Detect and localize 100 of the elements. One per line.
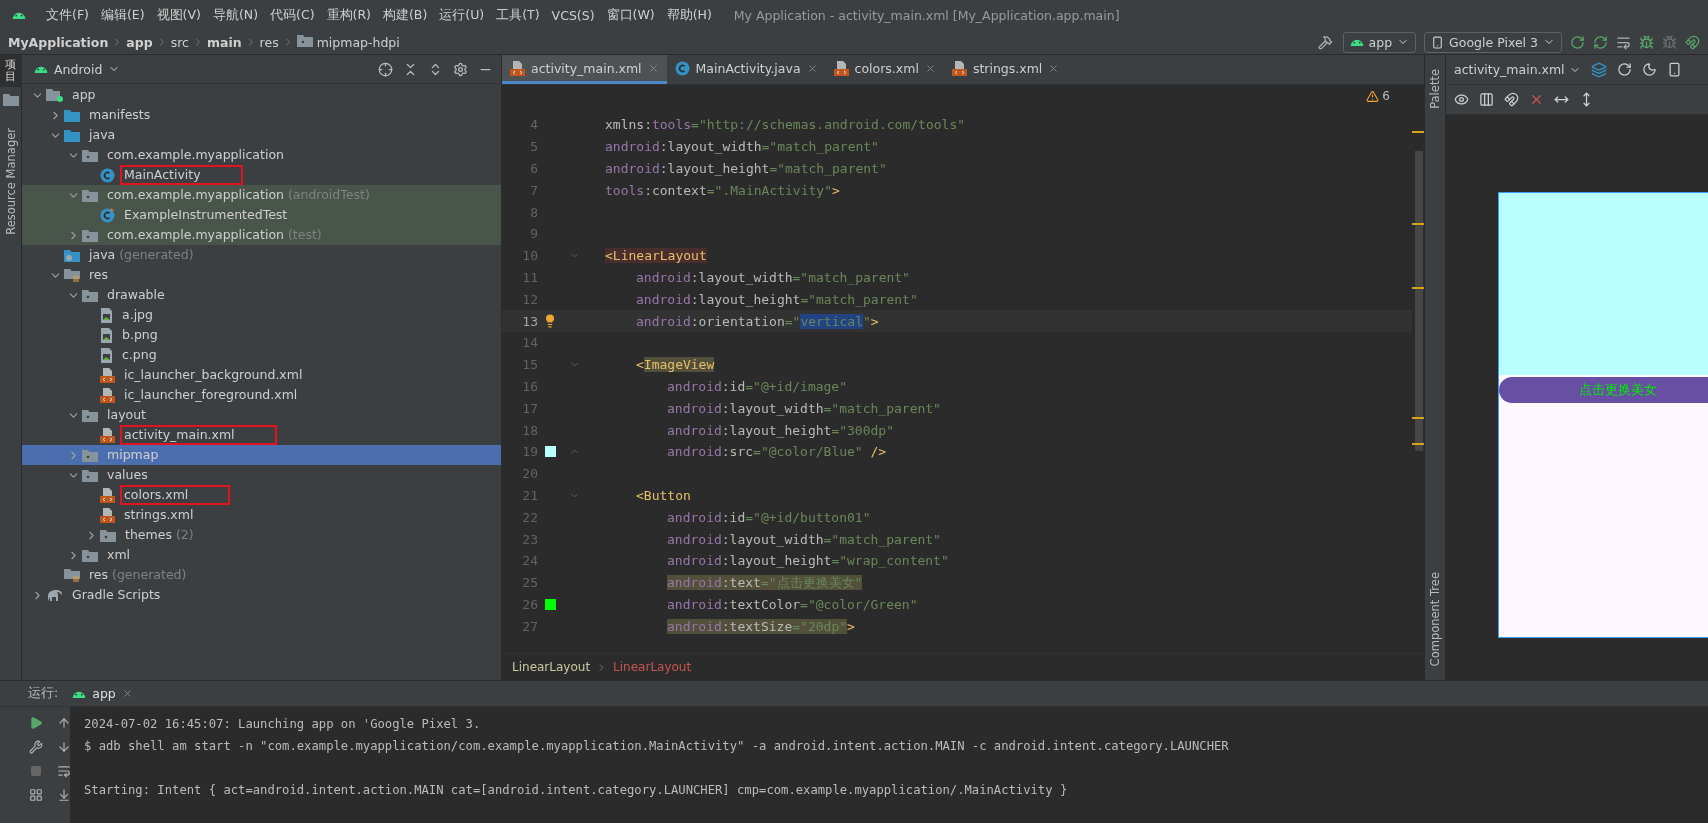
folder-icon xyxy=(82,548,98,562)
tree-row[interactable]: manifests xyxy=(22,105,501,125)
eye-icon[interactable] xyxy=(1454,92,1469,107)
tree-item-label: app xyxy=(71,86,97,104)
stop-icon[interactable] xyxy=(30,765,42,777)
menu-item[interactable]: 工具(T) xyxy=(490,6,546,24)
editor-tab[interactable]: MainActivity.java xyxy=(666,55,826,84)
scroll-to-end-icon[interactable] xyxy=(57,788,71,802)
rerun-icon[interactable] xyxy=(1570,34,1585,50)
run-config-dropdown[interactable]: app xyxy=(1342,31,1417,53)
color-swatch[interactable] xyxy=(544,598,556,610)
folder-icon xyxy=(82,408,98,422)
folder-icon xyxy=(2,93,19,107)
tree-item-label: ic_launcher_foreground.xml xyxy=(123,386,299,404)
editor-tab[interactable]: colors.xml xyxy=(825,55,944,84)
tree-row[interactable]: colors.xml xyxy=(22,485,501,505)
run-icon[interactable] xyxy=(29,716,43,730)
list-icon[interactable] xyxy=(1616,34,1631,50)
code-line: android:layout_height="match_parent" xyxy=(604,161,887,176)
menu-item[interactable]: 编辑(E) xyxy=(94,6,151,24)
warning-icon[interactable] xyxy=(1366,89,1380,103)
code-line: android:layout_width="match_parent" xyxy=(604,139,879,155)
breadcrumb-item[interactable]: MyApplication xyxy=(8,34,109,50)
close-icon[interactable] xyxy=(806,62,818,74)
tree-row[interactable]: res (generated) xyxy=(22,565,501,585)
tree-row[interactable]: app xyxy=(22,85,501,105)
menu-item[interactable]: 导航(N) xyxy=(206,6,265,24)
soft-wrap-icon[interactable] xyxy=(57,764,71,778)
folder-icon xyxy=(64,128,80,142)
close-icon[interactable] xyxy=(1048,62,1060,74)
run-tab[interactable]: app xyxy=(72,686,133,701)
warning-count[interactable]: 6 xyxy=(1382,89,1390,103)
lightbulb-icon[interactable] xyxy=(543,314,557,329)
tree-row[interactable]: java xyxy=(22,125,501,145)
menu-item[interactable]: 窗口(W) xyxy=(600,6,661,24)
breadcrumb-item[interactable]: app xyxy=(126,34,153,50)
rotate-icon[interactable] xyxy=(1616,62,1632,77)
project-tab[interactable]: 项目 xyxy=(0,55,22,88)
breadcrumb-item[interactable]: LinearLayout xyxy=(512,660,591,674)
breadcrumb-item[interactable]: src xyxy=(170,34,189,50)
bug-icon[interactable] xyxy=(1662,34,1677,50)
blueprint-icon[interactable] xyxy=(1479,92,1494,107)
up-icon[interactable] xyxy=(57,716,71,730)
wrench-icon[interactable] xyxy=(29,740,43,754)
close-icon[interactable] xyxy=(924,62,936,74)
color-swatch[interactable] xyxy=(544,446,556,458)
menu-item[interactable]: 代码(C) xyxy=(264,6,321,24)
settings-icon[interactable] xyxy=(453,61,468,77)
tree-row[interactable]: ic_launcher_foreground.xml xyxy=(22,385,501,405)
tree-row[interactable]: values xyxy=(22,465,501,485)
menu-item[interactable]: 帮助(H) xyxy=(660,6,718,24)
breadcrumb-item[interactable]: res xyxy=(259,34,279,50)
tree-item-label: layout xyxy=(106,406,147,424)
tree-row[interactable]: strings.xml xyxy=(22,505,501,525)
menu-item[interactable]: 视图(V) xyxy=(150,6,207,24)
menu-item[interactable]: 重构(R) xyxy=(320,6,377,24)
tree-row[interactable]: res xyxy=(22,265,501,285)
tree-row[interactable]: layout xyxy=(22,405,501,425)
tree-row[interactable]: a.jpg xyxy=(22,305,501,325)
menu-item[interactable]: VCS(S) xyxy=(545,7,601,23)
tree-row[interactable]: com.example.myapplication xyxy=(22,145,501,165)
tree-row[interactable]: activity_main.xml xyxy=(22,425,501,445)
close-icon[interactable] xyxy=(647,62,659,74)
layout-icon[interactable] xyxy=(29,788,43,802)
tree-row[interactable]: c.png xyxy=(22,345,501,365)
editor-tab[interactable]: activity_main.xml xyxy=(502,55,667,84)
layers-icon[interactable] xyxy=(1590,61,1607,78)
hammer-icon[interactable] xyxy=(1317,34,1333,50)
locate-icon[interactable] xyxy=(378,61,393,77)
menu-item[interactable]: 文件(F) xyxy=(40,6,95,24)
component-tree-tab[interactable]: Component Tree xyxy=(1428,563,1442,674)
tree-row[interactable]: MainActivity xyxy=(22,165,501,185)
line-number: 18 xyxy=(521,422,538,438)
clear-constraints-icon[interactable] xyxy=(1529,92,1544,107)
apply-changes-icon[interactable] xyxy=(1593,34,1608,50)
tree-row[interactable]: b.png xyxy=(22,325,501,345)
menu-item[interactable]: 构建(B) xyxy=(376,6,434,24)
console-line: $ adb shell am start -n "com.example.myapplication/com.example.myapplication.MainActivity" -a android.intent.action.MAIN -c android.intent.category.LAUNCHER xyxy=(84,738,1229,755)
view-dropdown[interactable]: Android xyxy=(30,59,125,79)
tree-row[interactable]: Gradle Scripts xyxy=(22,585,501,605)
tree-row[interactable]: ExampleInstrumentedTest xyxy=(22,205,501,225)
device-dropdown[interactable]: Google Pixel 3 xyxy=(1424,31,1562,53)
breadcrumb-item[interactable]: mipmap-hdpi xyxy=(296,34,400,50)
line-number: 10 xyxy=(521,248,538,264)
theme-icon[interactable] xyxy=(1641,62,1657,77)
down-icon[interactable] xyxy=(57,740,71,754)
resource-manager-tab[interactable]: Resource Manager xyxy=(3,120,18,243)
breadcrumb-item[interactable]: main xyxy=(206,34,242,50)
palette-tab[interactable]: Palette xyxy=(1428,61,1442,117)
tree-row[interactable]: ic_launcher_background.xml xyxy=(22,365,501,385)
bug-icon[interactable] xyxy=(1639,34,1654,50)
close-icon[interactable] xyxy=(121,688,133,699)
menu-item[interactable]: 运行(U) xyxy=(433,6,491,24)
tree-row[interactable]: themes (2) xyxy=(22,525,501,545)
device-icon[interactable] xyxy=(1666,62,1682,77)
folder-icon xyxy=(82,148,98,162)
editor-tab[interactable]: strings.xml xyxy=(943,55,1068,84)
tree-row[interactable]: xml xyxy=(22,545,501,565)
tree-row[interactable]: drawable xyxy=(22,285,501,305)
tree-row[interactable]: java (generated) xyxy=(22,245,501,265)
